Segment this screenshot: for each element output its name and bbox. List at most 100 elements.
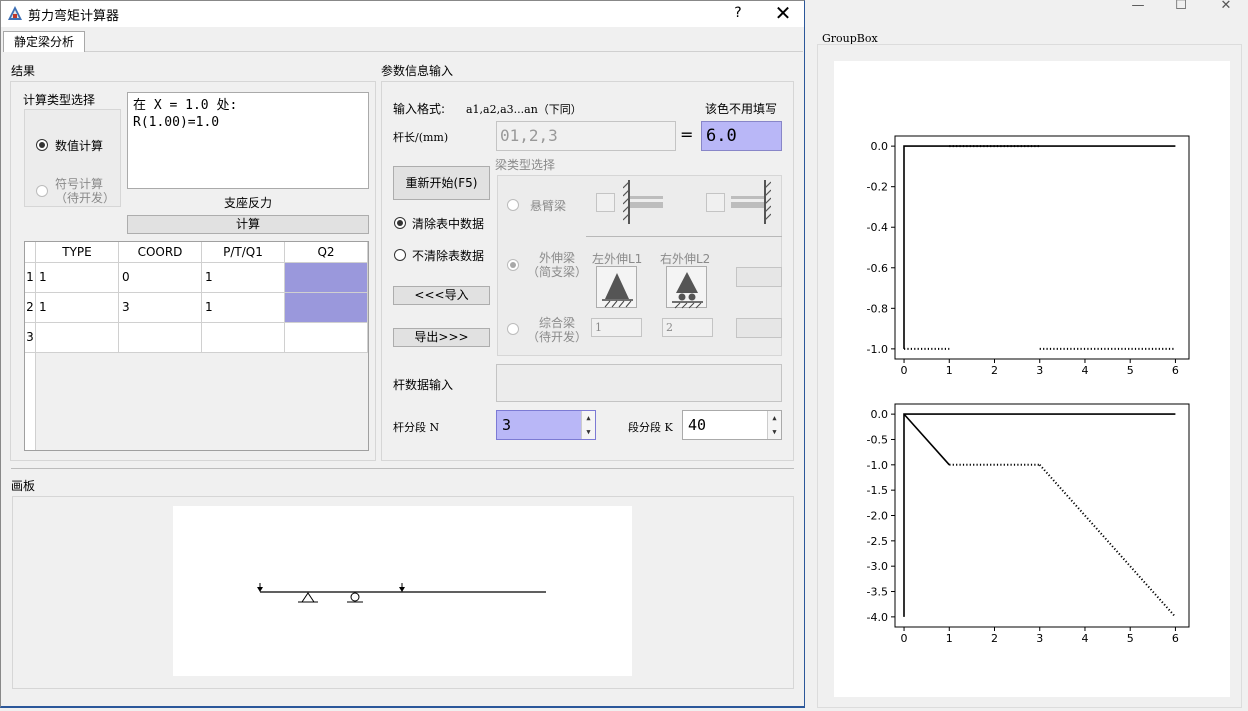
combined-field-2[interactable]: 2	[662, 318, 713, 337]
fixed-right-support-icon	[731, 180, 771, 224]
segments-spinbox[interactable]: 3 ▲ ▼	[496, 410, 596, 440]
table-cell-q2[interactable]	[285, 323, 368, 353]
table-row-number[interactable]: 2	[25, 293, 36, 323]
symbolic-calc-radio[interactable]	[36, 185, 48, 197]
no-fill-legend: 该色不用填写	[705, 102, 778, 116]
y-tick-label: 0.0	[871, 408, 889, 421]
beam-type-label: 梁类型选择	[495, 158, 556, 172]
y-tick-label: -4.0	[867, 611, 888, 624]
y-tick-label: -1.0	[867, 343, 888, 356]
table-cell-coord[interactable]: 3	[119, 293, 202, 323]
combined-extra-button[interactable]	[736, 318, 782, 338]
cantilever-right-checkbox[interactable]	[706, 193, 725, 212]
import-button[interactable]: <<<导入	[393, 286, 490, 305]
reaction-label: 支座反力	[223, 196, 272, 210]
total-length-output[interactable]: 6.0	[701, 121, 782, 151]
table-cell-ptq1[interactable]: 1	[202, 293, 285, 323]
segments-label: 杆分段 N	[393, 421, 440, 434]
minimize-button[interactable]: —	[1115, 0, 1161, 14]
table-cell-type[interactable]: 1	[36, 263, 119, 293]
window-close-button[interactable]: ✕	[1203, 0, 1248, 14]
table-cell-coord[interactable]: 0	[119, 263, 202, 293]
segments-spin-arrows[interactable]: ▲ ▼	[581, 411, 595, 439]
table-cell-coord[interactable]	[119, 323, 202, 353]
table-row-number[interactable]: 3	[25, 323, 36, 353]
table-cell-type[interactable]: 1	[36, 293, 119, 323]
subsegments-spin-arrows[interactable]: ▲ ▼	[767, 411, 781, 439]
x-tick-label: 4	[1081, 364, 1088, 377]
charts-svg: 0 1 2 3 4 5 6 0.0 -0.2 -0.4 -0.6 -0.8 -1.0 0 1 2 3 4 5 6 0.0…	[867, 135, 1190, 645]
table-cell-type[interactable]	[36, 323, 119, 353]
length-label: 杆长/(mm)	[393, 131, 449, 144]
app-logo-icon	[8, 6, 22, 20]
y-tick-label: 0.0	[871, 140, 889, 153]
help-button[interactable]: ?	[723, 3, 753, 25]
x-tick-label: 3	[1036, 364, 1043, 377]
subsegments-label: 段分段 K	[628, 421, 673, 434]
format-hint: a1,a2,a3...an（下同）	[466, 103, 582, 116]
symbolic-calc-label: 符号计算 （待开发）	[55, 177, 116, 205]
y-tick-label: -0.2	[867, 181, 888, 194]
chart-2-series-4	[1038, 464, 1177, 618]
overhang-extra-button[interactable]	[736, 267, 782, 287]
maximize-button[interactable]: ☐	[1158, 0, 1204, 14]
x-tick-label: 6	[1172, 632, 1179, 645]
left-overhang-label: 左外伸L1	[592, 252, 643, 266]
y-tick-label: -0.6	[867, 262, 888, 275]
keep-table-radio[interactable]	[394, 249, 406, 261]
cantilever-radio[interactable]	[507, 199, 519, 211]
table-header-q2[interactable]: Q2	[285, 242, 368, 263]
table-header-type[interactable]: TYPE	[36, 242, 119, 263]
load-table: TYPE COORD P/T/Q1 Q2 1 1 0 1 2 1 3 1 3	[24, 241, 369, 451]
right-overhang-label: 右外伸L2	[660, 252, 711, 266]
calculator-dialog: 剪力弯矩计算器 ? ✕ 静定梁分析 结果 计算类型选择 数值计算 符号计算 （待…	[0, 0, 805, 708]
chart-1-series-1	[903, 145, 1176, 349]
table-cell-q2-disabled[interactable]	[285, 263, 368, 293]
tab-static-beam[interactable]: 静定梁分析	[3, 31, 85, 52]
table-header-ptq1[interactable]: P/T/Q1	[202, 242, 285, 263]
window-title: 剪力弯矩计算器	[28, 9, 120, 24]
length-input[interactable]: 01,2,3	[496, 121, 676, 151]
y-tick-label: -1.5	[867, 484, 888, 497]
pin-support-symbol	[301, 592, 315, 603]
table-cell-q2-disabled[interactable]	[285, 293, 368, 323]
x-tick-label: 1	[946, 364, 953, 377]
result-output-text[interactable]: 在 X = 1.0 处: R(1.00)=1.0	[127, 92, 369, 189]
point-load-arrowhead-right	[399, 587, 405, 592]
params-group-label: 参数信息输入	[381, 64, 454, 78]
numeric-calc-radio[interactable]	[36, 139, 48, 151]
beam-drawing	[257, 583, 546, 603]
clear-table-radio[interactable]	[394, 217, 406, 229]
x-tick-label: 6	[1172, 364, 1179, 377]
compute-button[interactable]: 计算	[127, 215, 369, 234]
pin-support-icon	[602, 273, 633, 308]
chart-2-series-2	[903, 413, 950, 466]
export-button[interactable]: 导出>>>	[393, 328, 490, 347]
cantilever-left-checkbox[interactable]	[596, 193, 615, 212]
x-tick-label: 2	[991, 632, 998, 645]
y-tick-label: -3.5	[867, 586, 888, 599]
combined-beam-radio[interactable]	[507, 323, 519, 335]
roller-support-icon	[672, 272, 703, 309]
drawing-canvas[interactable]	[173, 506, 632, 676]
beam-type-divider	[586, 236, 782, 237]
subsegments-spinbox[interactable]: 40 ▲ ▼	[682, 410, 782, 440]
roller-support-button[interactable]	[666, 266, 707, 309]
title-bar: 剪力弯矩计算器 ? ✕	[1, 1, 804, 27]
restart-button[interactable]: 重新开始(F5)	[393, 166, 490, 200]
table-header-coord[interactable]: COORD	[119, 242, 202, 263]
bar-data-input[interactable]	[496, 364, 782, 402]
pin-support-button[interactable]	[596, 266, 637, 308]
y-tick-label: -2.5	[867, 535, 888, 548]
combined-field-1[interactable]: 1	[591, 318, 642, 337]
close-button[interactable]: ✕	[765, 1, 801, 27]
table-row-number[interactable]: 1	[25, 263, 36, 293]
table-corner	[25, 242, 36, 263]
table-cell-ptq1[interactable]: 1	[202, 263, 285, 293]
section-divider	[11, 468, 794, 469]
combined-beam-label: 综合梁 （待开发）	[527, 316, 588, 344]
format-label: 输入格式:	[393, 102, 446, 116]
clear-table-label: 清除表中数据	[412, 217, 485, 231]
table-cell-ptq1[interactable]	[202, 323, 285, 353]
overhang-beam-radio[interactable]	[507, 259, 519, 271]
